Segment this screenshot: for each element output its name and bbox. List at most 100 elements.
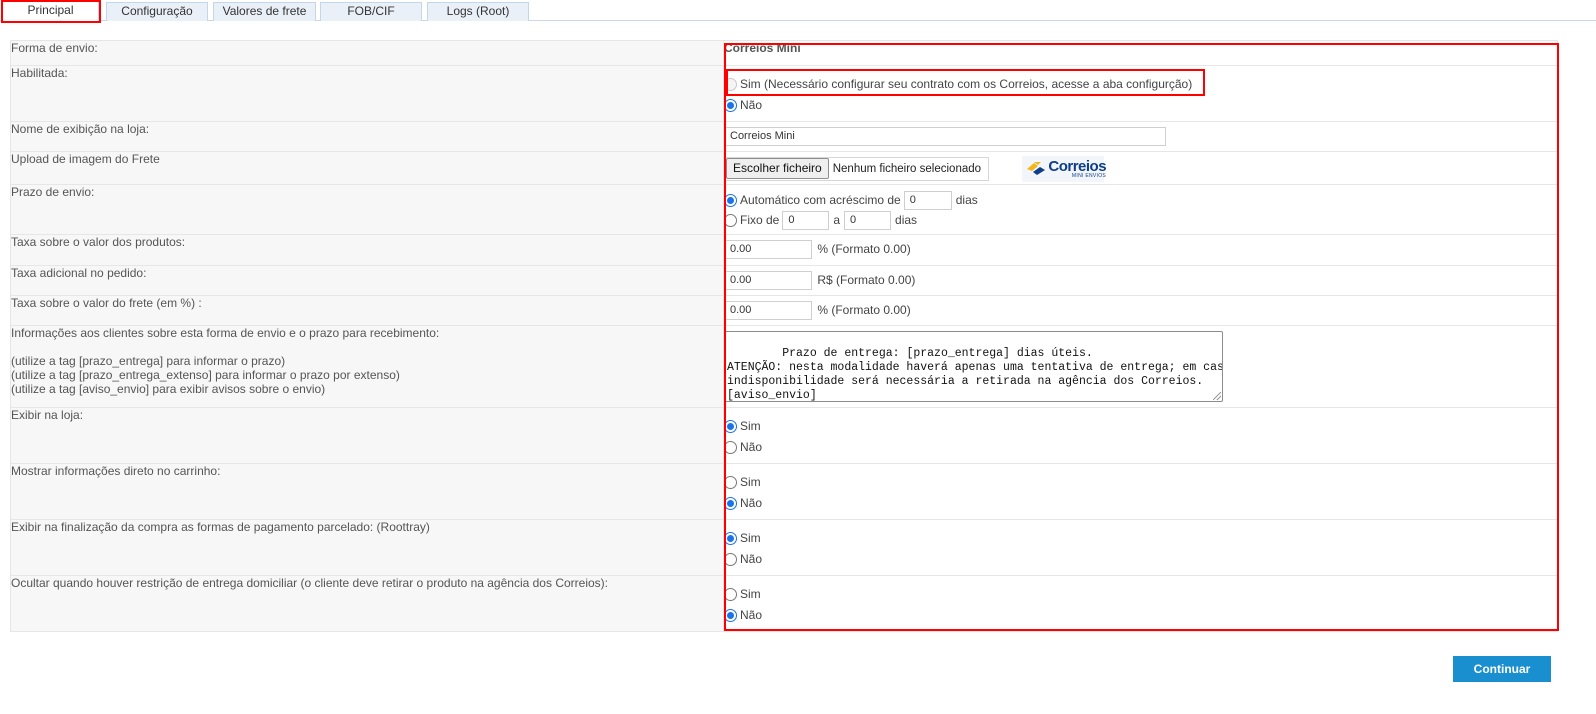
tab-valores-frete[interactable]: Valores de frete bbox=[213, 2, 316, 21]
taxa-produtos-hint: % (Formato 0.00) bbox=[817, 241, 911, 256]
value-cell-exibir-parcelado: Sim Não bbox=[723, 519, 1558, 576]
label-taxa-produtos: Taxa sobre o valor dos produtos: bbox=[10, 234, 724, 266]
row-informacoes: Informações aos clientes sobre esta form… bbox=[10, 325, 1558, 408]
nome-exibicao-input[interactable]: Correios Mini bbox=[724, 127, 1166, 146]
habilitada-sim-label: Sim (Necessário configurar seu contrato … bbox=[740, 77, 1193, 91]
value-cell-taxa-produtos: 0.00 % (Formato 0.00) bbox=[723, 234, 1558, 266]
row-habilitada: Habilitada: Sim (Necessário configurar s… bbox=[10, 65, 1558, 122]
row-mostrar-carrinho: Mostrar informações direto no carrinho: … bbox=[10, 463, 1558, 520]
mostrar-carrinho-sim-radio[interactable] bbox=[724, 476, 737, 489]
row-forma-envio: Forma de envio: Correios Mini bbox=[10, 40, 1558, 66]
mostrar-carrinho-nao-option: Não bbox=[724, 489, 1557, 510]
exibir-parcelado-sim-label: Sim bbox=[740, 531, 761, 545]
value-cell-prazo-envio: Automático com acréscimo de 0 dias Fixo … bbox=[723, 184, 1558, 235]
prazo-auto-unit: dias bbox=[955, 193, 978, 207]
tab-principal[interactable]: Principal bbox=[2, 1, 99, 22]
value-cell-exibir-loja: Sim Não bbox=[723, 407, 1558, 464]
value-cell-forma-envio: Correios Mini bbox=[723, 40, 1558, 66]
exibir-parcelado-nao-label: Não bbox=[740, 552, 763, 566]
informacoes-help-2: (utilize a tag [prazo_entrega_extenso] p… bbox=[11, 368, 400, 382]
exibir-parcelado-nao-option: Não bbox=[724, 545, 1557, 566]
informacoes-help-3: (utilize a tag [aviso_envio] para exibir… bbox=[11, 382, 326, 396]
value-cell-habilitada: Sim (Necessário configurar seu contrato … bbox=[723, 65, 1558, 122]
prazo-auto-radio[interactable] bbox=[724, 193, 737, 207]
habilitada-sim-radio[interactable] bbox=[724, 78, 737, 91]
informacoes-label: Informações aos clientes sobre esta form… bbox=[11, 326, 440, 340]
exibir-parcelado-sim-option: Sim bbox=[724, 524, 1557, 545]
taxa-produtos-input[interactable]: 0.00 bbox=[724, 240, 812, 259]
informacoes-textarea[interactable]: Prazo de entrega: [prazo_entrega] dias ú… bbox=[724, 331, 1223, 402]
correios-logo-image: Correios MINI ENVIOS bbox=[1022, 156, 1107, 182]
mostrar-carrinho-nao-radio[interactable] bbox=[724, 497, 737, 510]
exibir-loja-nao-label: Não bbox=[740, 440, 763, 454]
label-exibir-loja: Exibir na loja: bbox=[10, 407, 724, 464]
mostrar-carrinho-nao-label: Não bbox=[740, 496, 763, 510]
prazo-fixo-label: Fixo de bbox=[740, 213, 780, 227]
value-cell-mostrar-carrinho: Sim Não bbox=[723, 463, 1558, 520]
taxa-adicional-hint: R$ (Formato 0.00) bbox=[817, 272, 916, 287]
mostrar-carrinho-sim-option: Sim bbox=[724, 468, 1557, 489]
correios-logo-wordmark: Correios MINI ENVIOS bbox=[1048, 158, 1107, 179]
prazo-auto-days-input[interactable]: 0 bbox=[903, 190, 952, 210]
value-cell-taxa-adicional: 0.00 R$ (Formato 0.00) bbox=[723, 265, 1558, 296]
row-nome-exibicao: Nome de exibição na loja: Correios Mini bbox=[10, 121, 1558, 152]
prazo-fixo-unit: dias bbox=[895, 213, 918, 227]
label-taxa-frete: Taxa sobre o valor do frete (em %) : bbox=[10, 295, 724, 326]
exibir-parcelado-nao-radio[interactable] bbox=[724, 553, 737, 566]
tab-fob-cif[interactable]: FOB/CIF bbox=[320, 2, 422, 21]
ocultar-restricao-sim-option: Sim bbox=[724, 580, 1557, 601]
row-exibir-loja: Exibir na loja: Sim Não bbox=[10, 407, 1558, 464]
informacoes-help-1: (utilize a tag [prazo_entrega] para info… bbox=[11, 354, 286, 368]
value-cell-nome-exibicao: Correios Mini bbox=[723, 121, 1558, 152]
prazo-fixo-separator: a bbox=[833, 213, 841, 227]
row-prazo-envio: Prazo de envio: Automático com acréscimo… bbox=[10, 184, 1558, 235]
choose-file-button[interactable]: Escolher ficheiro bbox=[726, 158, 829, 180]
informacoes-text: Prazo de entrega: [prazo_entrega] dias ú… bbox=[727, 347, 1222, 402]
label-prazo-envio: Prazo de envio: bbox=[10, 184, 724, 235]
ocultar-restricao-nao-radio[interactable] bbox=[724, 609, 737, 622]
file-input[interactable]: Escolher ficheiro Nenhum ficheiro seleci… bbox=[724, 156, 990, 181]
correios-logo-icon bbox=[1025, 160, 1047, 178]
exibir-loja-sim-radio[interactable] bbox=[724, 420, 737, 433]
forma-envio-value: Correios Mini bbox=[724, 41, 801, 55]
label-taxa-adicional: Taxa adicional no pedido: bbox=[10, 265, 724, 296]
label-upload-imagem: Upload de imagem do Frete bbox=[10, 151, 724, 185]
continuar-button[interactable]: Continuar bbox=[1453, 656, 1551, 682]
habilitada-sim-option: Sim (Necessário configurar seu contrato … bbox=[724, 70, 1557, 91]
value-cell-ocultar-restricao: Sim Não bbox=[723, 575, 1558, 632]
habilitada-nao-label: Não bbox=[740, 98, 763, 112]
tab-logs-root[interactable]: Logs (Root) bbox=[427, 2, 529, 21]
prazo-fixo-radio[interactable] bbox=[724, 213, 737, 227]
prazo-fixo-from-input[interactable]: 0 bbox=[782, 210, 830, 230]
row-taxa-adicional: Taxa adicional no pedido: 0.00 R$ (Forma… bbox=[10, 265, 1558, 296]
exibir-loja-sim-option: Sim bbox=[724, 412, 1557, 433]
exibir-loja-nao-radio[interactable] bbox=[724, 441, 737, 454]
value-cell-taxa-frete: 0.00 % (Formato 0.00) bbox=[723, 295, 1558, 326]
exibir-loja-sim-label: Sim bbox=[740, 419, 761, 433]
tab-bar: Principal Configuração Valores de frete … bbox=[0, 0, 1596, 22]
shipping-form-table: Forma de envio: Correios Mini Habilitada… bbox=[10, 40, 1558, 632]
row-taxa-produtos: Taxa sobre o valor dos produtos: 0.00 % … bbox=[10, 234, 1558, 266]
habilitada-nao-radio[interactable] bbox=[724, 99, 737, 112]
tab-configuracao[interactable]: Configuração bbox=[106, 2, 208, 21]
prazo-auto-label: Automático com acréscimo de bbox=[740, 193, 901, 207]
row-upload-imagem: Upload de imagem do Frete Escolher fiche… bbox=[10, 151, 1558, 185]
label-ocultar-restricao: Ocultar quando houver restrição de entre… bbox=[10, 575, 724, 632]
prazo-fixo-to-input[interactable]: 0 bbox=[844, 210, 892, 230]
taxa-adicional-input[interactable]: 0.00 bbox=[724, 271, 812, 290]
ocultar-restricao-sim-radio[interactable] bbox=[724, 588, 737, 601]
ocultar-restricao-nao-label: Não bbox=[740, 608, 763, 622]
taxa-frete-hint: % (Formato 0.00) bbox=[817, 302, 911, 317]
label-informacoes: Informações aos clientes sobre esta form… bbox=[10, 325, 724, 408]
label-nome-exibicao: Nome de exibição na loja: bbox=[10, 121, 724, 152]
taxa-frete-input[interactable]: 0.00 bbox=[724, 301, 812, 320]
value-cell-upload-imagem: Escolher ficheiro Nenhum ficheiro seleci… bbox=[723, 151, 1558, 185]
ocultar-restricao-sim-label: Sim bbox=[740, 587, 761, 601]
ocultar-restricao-nao-option: Não bbox=[724, 601, 1557, 622]
habilitada-nao-option: Não bbox=[724, 91, 1557, 112]
label-exibir-parcelado: Exibir na finalização da compra as forma… bbox=[10, 519, 724, 576]
label-forma-envio: Forma de envio: bbox=[10, 40, 724, 66]
resize-grip-icon[interactable] bbox=[1213, 392, 1221, 400]
exibir-loja-nao-option: Não bbox=[724, 433, 1557, 454]
exibir-parcelado-sim-radio[interactable] bbox=[724, 532, 737, 545]
